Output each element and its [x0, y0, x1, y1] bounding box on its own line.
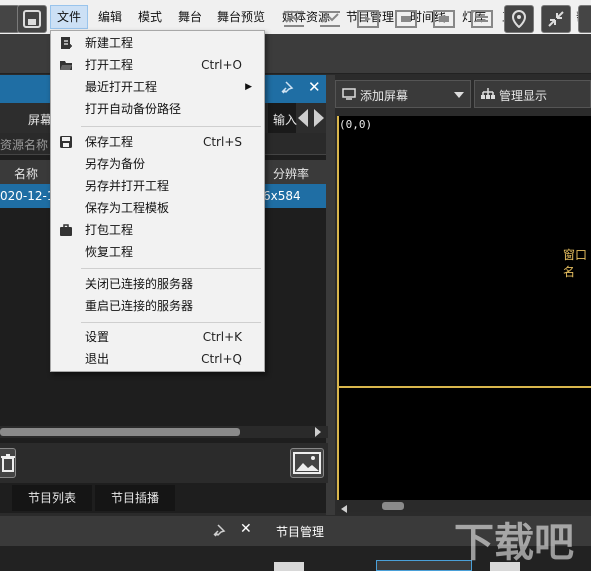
- location-toolbar-button[interactable]: [504, 5, 534, 33]
- menu-separator: [81, 322, 261, 323]
- add-screen-label: 添加屏幕: [360, 89, 409, 103]
- file-menu: 新建工程 打开工程 Ctrl+O 最近打开工程 ▶ 打开自动备份路径 保存工程 …: [50, 30, 265, 372]
- svg-text:下载吧: 下载吧: [454, 520, 574, 566]
- new-project-icon: [61, 37, 72, 49]
- map-pin-icon: [511, 10, 527, 28]
- menu-stage-preview[interactable]: 舞台预览: [211, 6, 271, 28]
- pin-icon[interactable]: [212, 523, 226, 540]
- menu-item-new-project[interactable]: 新建工程: [51, 32, 264, 54]
- scroll-left-icon[interactable]: [340, 502, 348, 513]
- submenu-arrow-icon: ▶: [245, 82, 252, 92]
- delete-button[interactable]: [0, 448, 16, 478]
- bottom-button[interactable]: [274, 562, 304, 571]
- shrink-icon: [548, 11, 564, 27]
- manage-display-button[interactable]: 管理显示: [474, 80, 591, 108]
- menu-separator: [81, 268, 261, 269]
- layout-icon: [357, 10, 379, 28]
- align-toolbar-button-1[interactable]: [278, 5, 308, 33]
- trash-icon: [1, 454, 15, 472]
- chevron-down-icon: [454, 92, 464, 98]
- tab-screen[interactable]: 屏幕: [28, 111, 52, 128]
- menu-mode[interactable]: 模式: [132, 6, 168, 28]
- tab-program-insert[interactable]: 节目插播: [95, 485, 175, 511]
- open-folder-icon: [60, 61, 72, 70]
- close-icon[interactable]: ✕: [240, 521, 252, 537]
- pin-icon[interactable]: [280, 80, 294, 97]
- menu-edit[interactable]: 编辑: [92, 6, 128, 28]
- manage-display-label: 管理显示: [499, 89, 548, 103]
- save-icon: [23, 10, 41, 28]
- layout-icon: [433, 10, 455, 28]
- watermark-logo: 下载吧: [452, 508, 587, 568]
- layout-toolbar-button-1[interactable]: [352, 5, 382, 33]
- screen-border-left: [337, 116, 339, 500]
- layout-icon: [471, 10, 493, 28]
- save-icon: [60, 136, 72, 148]
- distribute-icon: [320, 11, 340, 27]
- origin-coordinate: (0,0): [339, 118, 373, 131]
- image-button[interactable]: [290, 448, 324, 478]
- menu-item-open-backup-path[interactable]: 打开自动备份路径: [51, 98, 264, 120]
- monitor-icon: [342, 88, 356, 100]
- layout-toolbar-button-2[interactable]: [390, 5, 420, 33]
- package-icon: [60, 224, 72, 236]
- column-resolution[interactable]: 分辨率: [273, 165, 309, 182]
- layout-toolbar-button-4[interactable]: [466, 5, 496, 33]
- menu-item-save-as-backup[interactable]: 另存为备份: [51, 153, 264, 175]
- canvas-scrollbar-thumb[interactable]: [382, 502, 404, 510]
- align-icon: [284, 11, 304, 27]
- menu-stage[interactable]: 舞台: [172, 6, 208, 28]
- save-toolbar-button[interactable]: [17, 5, 47, 33]
- menu-item-package-project[interactable]: 打包工程: [51, 219, 264, 241]
- menu-item-save-as-template[interactable]: 保存为工程模板: [51, 197, 264, 219]
- layout-icon: [395, 10, 417, 28]
- scroll-right-icon[interactable]: [312, 426, 324, 438]
- add-screen-dropdown[interactable]: 添加屏幕: [335, 80, 471, 108]
- menu-separator: [81, 126, 261, 127]
- close-icon[interactable]: ✕: [308, 78, 321, 96]
- window-label: 窗口名: [563, 248, 588, 279]
- tab-input[interactable]: 输入: [273, 111, 297, 128]
- screen-border-bottom: [337, 386, 591, 388]
- menu-item-exit[interactable]: 退出 Ctrl+Q: [51, 348, 264, 370]
- menu-item-save-and-open[interactable]: 另存并打开工程: [51, 175, 264, 197]
- menu-file[interactable]: 文件: [49, 5, 89, 29]
- menu-item-recent-projects[interactable]: 最近打开工程 ▶: [51, 76, 264, 98]
- menu-item-restore-project[interactable]: 恢复工程: [51, 241, 264, 263]
- tab-scroll-left-icon[interactable]: [296, 107, 310, 129]
- resource-action-bar: [0, 443, 328, 483]
- stage-canvas[interactable]: [337, 116, 591, 500]
- row-resolution: 6x584: [263, 189, 301, 203]
- scrollbar-thumb[interactable]: [0, 428, 240, 436]
- menu-item-save-project[interactable]: 保存工程 Ctrl+S: [51, 131, 264, 153]
- menu-item-close-servers[interactable]: 关闭已连接的服务器: [51, 273, 264, 295]
- layout-toolbar-button-3[interactable]: [428, 5, 458, 33]
- menu-item-open-project[interactable]: 打开工程 Ctrl+O: [51, 54, 264, 76]
- toolbar-button-partial-right[interactable]: [578, 5, 591, 33]
- column-name[interactable]: 名称: [14, 165, 38, 182]
- tab-program-list[interactable]: 节目列表: [12, 485, 92, 511]
- align-toolbar-button-2[interactable]: [314, 5, 344, 33]
- image-icon: [293, 452, 321, 474]
- shrink-toolbar-button[interactable]: [541, 5, 571, 33]
- tab-scroll-right-icon[interactable]: [312, 107, 326, 129]
- menu-item-restart-servers[interactable]: 重启已连接的服务器: [51, 295, 264, 317]
- search-placeholder: 资源名称: [0, 138, 49, 152]
- hierarchy-icon: [481, 88, 495, 99]
- menu-item-settings[interactable]: 设置 Ctrl+K: [51, 326, 264, 348]
- program-manage-title: 节目管理: [276, 525, 325, 539]
